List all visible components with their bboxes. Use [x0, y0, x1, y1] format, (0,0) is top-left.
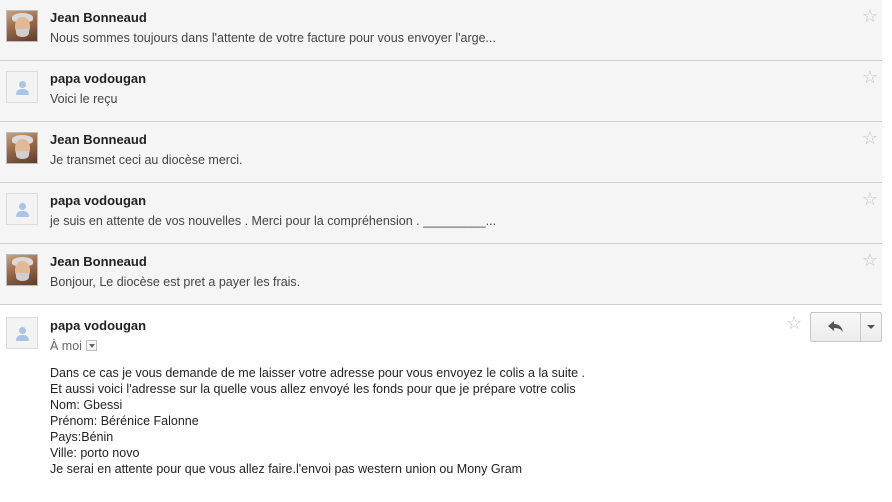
recipient-label: À moi [50, 339, 82, 353]
star-icon[interactable]: ☆ [862, 190, 878, 208]
default-avatar-icon [6, 71, 38, 103]
default-avatar-icon [6, 193, 38, 225]
message-snippet: Je transmet ceci au diocèse merci. [50, 153, 243, 167]
body-line: Prénom: Bérénice Falonne [50, 414, 199, 428]
expanded-message: papa vodougan À moi ☆ Dans ce cas je vou… [0, 305, 882, 501]
collapsed-message[interactable]: Jean Bonneaud Je transmet ceci au diocès… [0, 122, 882, 183]
sender-name: Jean Bonneaud [50, 254, 147, 269]
star-icon[interactable]: ☆ [862, 68, 878, 86]
star-icon[interactable]: ☆ [862, 7, 878, 25]
star-icon[interactable]: ☆ [862, 129, 878, 147]
collapsed-message[interactable]: papa vodougan Voici le reçu ☆ [0, 61, 882, 122]
sender-name[interactable]: papa vodougan [50, 318, 146, 333]
body-line: Je serai en attente pour que vous allez … [50, 462, 523, 476]
collapsed-message[interactable]: papa vodougan je suis en attente de vos … [0, 183, 882, 244]
collapsed-message[interactable]: Jean Bonneaud Bonjour, Le diocèse est pr… [0, 244, 882, 305]
message-snippet: Voici le reçu [50, 92, 118, 106]
reply-button-group [810, 312, 882, 342]
sender-name: Jean Bonneaud [50, 132, 147, 147]
details-dropdown-icon[interactable] [85, 340, 97, 352]
message-snippet: Nous sommes toujours dans l'attente de v… [50, 31, 496, 45]
more-options-button[interactable] [861, 313, 881, 341]
sender-name: papa vodougan [50, 193, 147, 208]
body-line: Dans ce cas je vous demande de me laisse… [50, 366, 585, 380]
body-line: Nom: Gbessi [50, 398, 123, 412]
message-snippet: je suis en attente de vos nouvelles . Me… [50, 214, 497, 228]
recipient-line: À moi [50, 339, 97, 353]
message-snippet: Bonjour, Le diocèse est pret a payer les… [50, 275, 301, 289]
body-line: Et aussi voici l'adresse sur la quelle v… [50, 382, 576, 396]
message-body: Dans ce cas je vous demande de me laisse… [50, 365, 585, 477]
email-thread: Jean Bonneaud Nous sommes toujours dans … [0, 0, 882, 501]
default-avatar-icon [6, 317, 38, 349]
body-line: Pays:Bénin [50, 430, 114, 444]
reply-button[interactable] [811, 313, 861, 341]
star-icon[interactable]: ☆ [786, 314, 802, 332]
collapsed-message[interactable]: Jean Bonneaud Nous sommes toujours dans … [0, 0, 882, 61]
sender-avatar [6, 10, 38, 42]
sender-name: papa vodougan [50, 71, 147, 86]
sender-avatar [6, 254, 38, 286]
reply-icon [828, 321, 843, 332]
body-line: Ville: porto novo [50, 446, 140, 460]
sender-name: Jean Bonneaud [50, 10, 147, 25]
sender-avatar [6, 132, 38, 164]
star-icon[interactable]: ☆ [862, 251, 878, 269]
